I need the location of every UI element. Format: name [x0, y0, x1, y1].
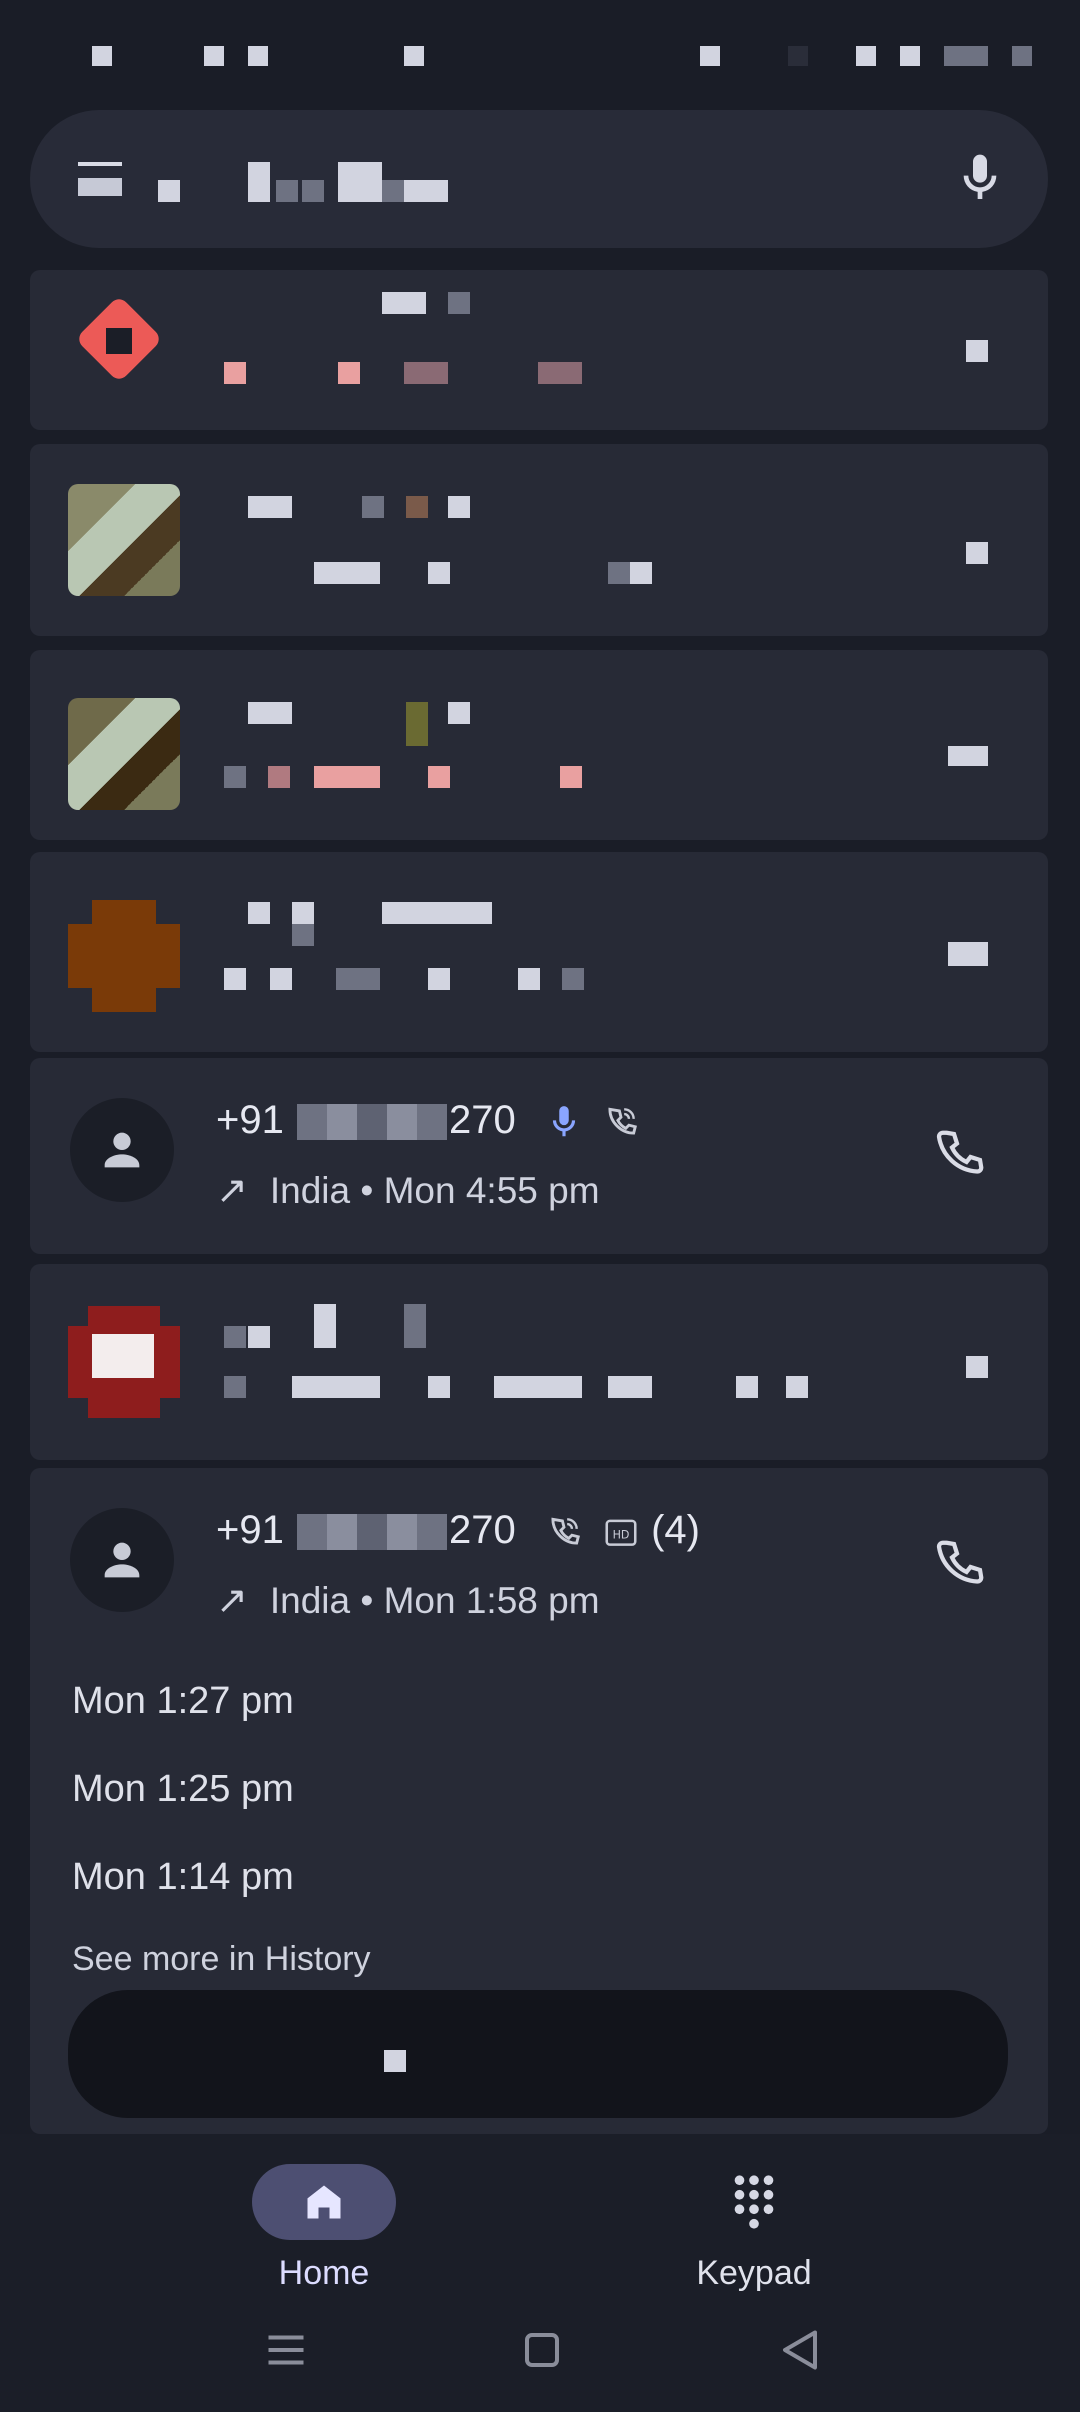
- call-log-item-redacted[interactable]: [30, 852, 1048, 1052]
- history-entry: Mon 1:25 pm: [72, 1768, 294, 1810]
- hd-icon: HD: [605, 1520, 637, 1547]
- call-log-item-redacted[interactable]: [30, 650, 1048, 840]
- history-entry: Mon 1:14 pm: [72, 1856, 294, 1898]
- history-entry: Mon 1:27 pm: [72, 1680, 294, 1722]
- status-pixel: [856, 46, 876, 66]
- avatar: [68, 698, 180, 810]
- status-pixel: [900, 46, 920, 66]
- call-meta-text: India • Mon 4:55 pm: [269, 1170, 600, 1211]
- status-pixel: [788, 46, 808, 66]
- avatar: [68, 290, 180, 402]
- home-icon: [307, 2185, 341, 2219]
- nav-keypad[interactable]: Keypad: [604, 2164, 904, 2314]
- call-button[interactable]: [930, 1124, 990, 1184]
- avatar: [70, 1508, 174, 1612]
- call-button[interactable]: [966, 340, 988, 362]
- back-triangle-icon[interactable]: [770, 2320, 830, 2380]
- call-button[interactable]: [948, 746, 988, 766]
- call-button[interactable]: [966, 542, 988, 564]
- call-button[interactable]: [930, 1534, 990, 1594]
- call-log-item-redacted[interactable]: [30, 1264, 1048, 1460]
- search-bar[interactable]: [30, 110, 1048, 248]
- avatar: [68, 1306, 180, 1418]
- avatar: [68, 484, 180, 596]
- phone-number: +91 270 HD (4): [216, 1508, 700, 1553]
- status-time-pixel: [92, 46, 112, 66]
- home-square-icon[interactable]: [512, 2320, 572, 2380]
- outgoing-arrow-icon: ↗: [216, 1580, 248, 1622]
- number-suffix: 270: [448, 1098, 516, 1142]
- status-bar: [0, 0, 1080, 110]
- status-pixel: [700, 46, 720, 66]
- phone-number: +91 270: [216, 1098, 640, 1143]
- avatar: [70, 1098, 174, 1202]
- nav-home-label: Home: [278, 2254, 370, 2292]
- call-meta-text: India • Mon 1:58 pm: [269, 1580, 600, 1621]
- wifi-call-icon: [608, 1108, 637, 1135]
- svg-text:HD: HD: [613, 1529, 630, 1542]
- call-meta: ↗ India • Mon 4:55 pm: [216, 1168, 600, 1213]
- redacted-digits: [296, 1514, 447, 1551]
- number-prefix: +91: [216, 1508, 284, 1552]
- status-pixel: [404, 46, 424, 66]
- person-icon: [104, 1132, 140, 1168]
- status-pixel: [248, 46, 268, 66]
- call-log-item-redacted[interactable]: [30, 270, 1048, 430]
- number-prefix: +91: [216, 1098, 284, 1142]
- call-count: (4): [651, 1508, 700, 1552]
- person-icon: [104, 1542, 140, 1578]
- status-pixel: [1012, 46, 1032, 66]
- redacted-digits: [296, 1104, 447, 1141]
- add-contact-button[interactable]: [68, 1990, 1008, 2118]
- mic-icon[interactable]: [952, 150, 1008, 206]
- call-meta: ↗ India • Mon 1:58 pm: [216, 1578, 600, 1623]
- call-button[interactable]: [966, 1356, 988, 1378]
- menu-icon[interactable]: [78, 162, 122, 202]
- call-log-item-redacted[interactable]: [30, 444, 1048, 636]
- nav-keypad-pill[interactable]: [682, 2164, 826, 2240]
- mic-icon: [552, 1106, 575, 1137]
- search-placeholder-redacted: [158, 162, 528, 202]
- status-pixel: [204, 46, 224, 66]
- nav-home[interactable]: Home: [174, 2164, 474, 2314]
- number-suffix: 270: [448, 1508, 516, 1552]
- battery-icon: [944, 46, 988, 66]
- keypad-icon: [734, 2175, 774, 2229]
- wifi-call-icon: [551, 1518, 580, 1545]
- call-button[interactable]: [948, 942, 988, 966]
- recents-icon[interactable]: [256, 2320, 316, 2380]
- nav-home-pill[interactable]: [252, 2164, 396, 2240]
- see-more-history-link[interactable]: See more in History: [72, 1940, 371, 1979]
- nav-keypad-label: Keypad: [696, 2254, 812, 2292]
- avatar: [68, 900, 180, 1012]
- call-log-item[interactable]: +91 270 ↗ India • Mon 4:55 pm: [30, 1058, 1048, 1254]
- outgoing-arrow-icon: ↗: [216, 1170, 248, 1212]
